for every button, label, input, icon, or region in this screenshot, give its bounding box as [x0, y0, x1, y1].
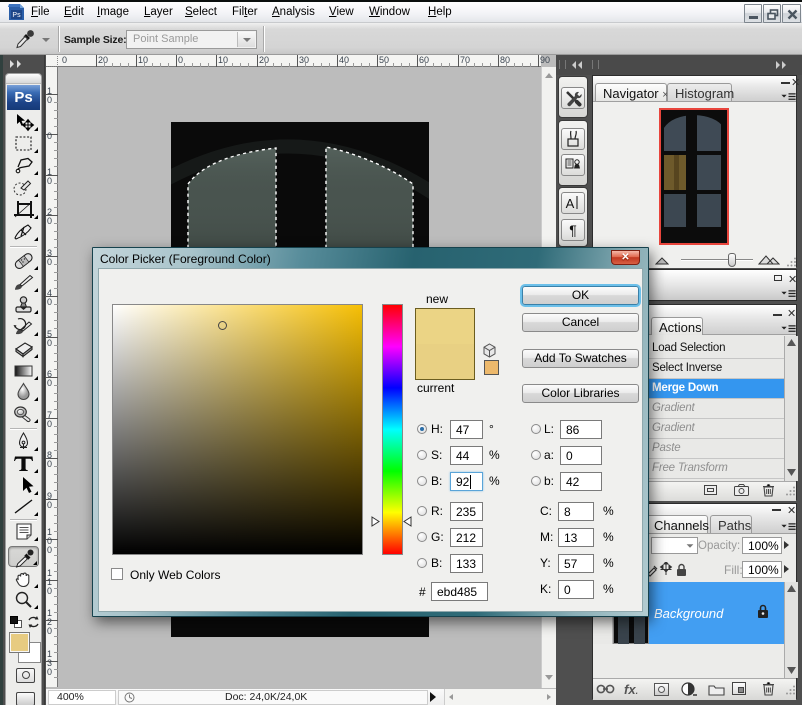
svg-text:A: A [566, 196, 575, 211]
svg-text:¶: ¶ [569, 222, 577, 238]
svg-text:Ps: Ps [12, 12, 21, 19]
